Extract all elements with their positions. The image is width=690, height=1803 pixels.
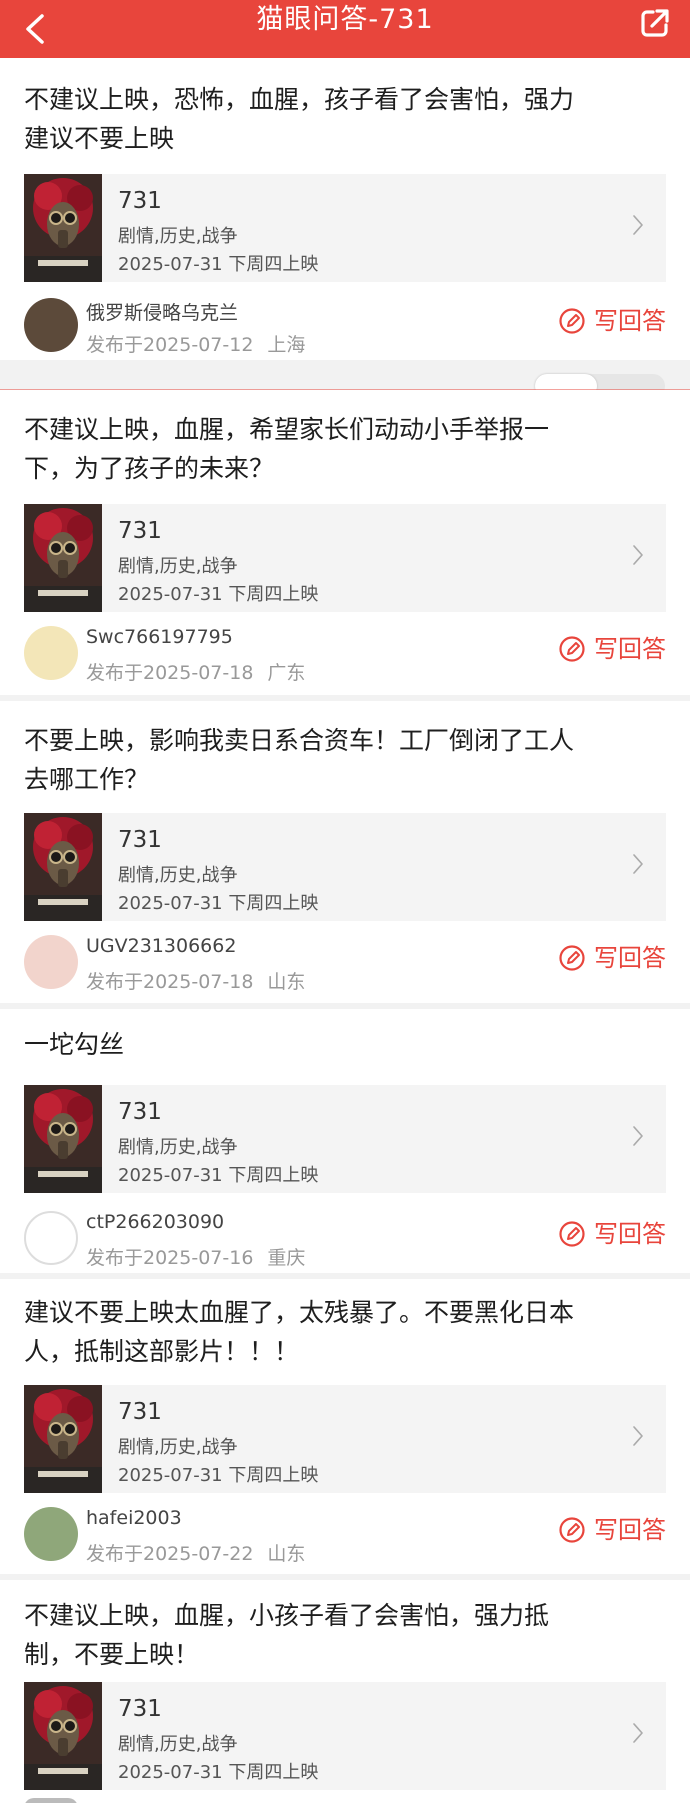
movie-poster [24, 1682, 102, 1790]
post-location: 山东 [267, 1543, 306, 1565]
movie-release-date: 2025-07-31 下周四上映 [118, 584, 319, 605]
avatar[interactable] [24, 298, 78, 352]
question-card[interactable]: 不建议上映，血腥，小孩子看了会害怕，强力抵 制，不要上映！ 731 剧情,历史,… [0, 1580, 690, 1803]
share-icon[interactable] [638, 6, 672, 40]
movie-title: 731 [118, 827, 162, 853]
movie-release-date: 2025-07-31 下周四上映 [118, 1465, 319, 1486]
author-row: Swc766197795 发布于2025-07-18 广东 写回答 [24, 620, 666, 690]
movie-release-date: 2025-07-31 下周四上映 [118, 893, 319, 914]
movie-card[interactable]: 731 剧情,历史,战争 2025-07-31 下周四上映 [24, 813, 666, 921]
question-card[interactable]: 不建议上映，血腥，希望家长们动动小手举报一 下，为了孩子的未来？ 731 剧情,… [0, 390, 690, 695]
write-answer-button[interactable]: 写回答 [559, 941, 666, 975]
page-title: 猫眼问答-731 [256, 4, 434, 35]
chevron-right-icon [632, 214, 644, 236]
movie-release-date: 2025-07-31 下周四上映 [118, 1762, 319, 1783]
movie-genre: 剧情,历史,战争 [118, 226, 238, 247]
username[interactable]: 俄罗斯侵略乌克兰 [86, 298, 238, 325]
question-text[interactable]: 不建议上映，血腥，希望家长们动动小手举报一 下，为了孩子的未来？ [24, 410, 669, 488]
movie-poster [24, 174, 102, 282]
username[interactable]: hafei2003 [86, 1507, 182, 1529]
top-bar: 猫眼问答-731 [0, 0, 690, 58]
movie-title: 731 [118, 1696, 162, 1722]
write-answer-button[interactable]: 写回答 [559, 304, 666, 338]
question-text[interactable]: 不建议上映，血腥，小孩子看了会害怕，强力抵 制，不要上映！ [24, 1596, 669, 1674]
chevron-right-icon [632, 1425, 644, 1447]
post-date: 发布于2025-07-16 [86, 1247, 254, 1269]
avatar[interactable] [24, 626, 78, 680]
movie-poster [24, 813, 102, 921]
avatar[interactable] [24, 935, 78, 989]
movie-genre: 剧情,历史,战争 [118, 1137, 238, 1158]
post-meta: 发布于2025-07-18 广东 [86, 658, 305, 685]
movie-title: 731 [118, 1399, 162, 1425]
divider [0, 360, 690, 398]
username[interactable]: UGV231306662 [86, 935, 236, 957]
movie-genre: 剧情,历史,战争 [118, 865, 238, 886]
write-answer-button[interactable]: 写回答 [559, 1217, 666, 1251]
movie-title: 731 [118, 188, 162, 214]
movie-card[interactable]: 731 剧情,历史,战争 2025-07-31 下周四上映 [24, 1085, 666, 1193]
chevron-right-icon [632, 544, 644, 566]
username[interactable]: ctP266203090 [86, 1211, 224, 1233]
movie-release-date: 2025-07-31 下周四上映 [118, 254, 319, 275]
movie-genre: 剧情,历史,战争 [118, 1437, 238, 1458]
author-row: UGV231306662 发布于2025-07-18 山东 写回答 [24, 929, 666, 999]
post-location: 重庆 [267, 1247, 306, 1269]
username[interactable]: Swc766197795 [86, 626, 233, 648]
write-answer-button[interactable]: 写回答 [559, 632, 666, 666]
post-meta: 发布于2025-07-22 山东 [86, 1539, 305, 1566]
movie-release-date: 2025-07-31 下周四上映 [118, 1165, 319, 1186]
chevron-right-icon [632, 853, 644, 875]
movie-poster [24, 504, 102, 612]
chevron-right-icon [632, 1722, 644, 1744]
chevron-right-icon [632, 1125, 644, 1147]
avatar[interactable] [24, 1507, 78, 1561]
post-meta: 发布于2025-07-18 山东 [86, 967, 305, 994]
question-card[interactable]: 建议不要上映太血腥了，太残暴了。不要黑化日本 人，抵制这部影片！！！ 731 剧… [0, 1279, 690, 1574]
post-date: 发布于2025-07-18 [86, 662, 254, 684]
avatar [24, 1798, 78, 1803]
movie-card[interactable]: 731 剧情,历史,战争 2025-07-31 下周四上映 [24, 174, 666, 282]
question-card[interactable]: 不要上映，影响我卖日系合资车！工厂倒闭了工人 去哪工作？ 731 剧情,历史,战… [0, 701, 690, 1003]
author-row: hafei2003 发布于2025-07-22 山东 写回答 [24, 1501, 666, 1571]
post-date: 发布于2025-07-12 [86, 334, 254, 356]
movie-title: 731 [118, 1099, 162, 1125]
author-row: 俄罗斯侵略乌克兰 发布于2025-07-12 上海 写回答 [24, 292, 666, 362]
movie-genre: 剧情,历史,战争 [118, 556, 238, 577]
post-location: 广东 [267, 662, 306, 684]
movie-poster [24, 1085, 102, 1193]
question-card[interactable]: 一坨勾丝 731 剧情,历史,战争 2025-07-31 下周四上映 ctP26… [0, 1009, 690, 1273]
movie-card[interactable]: 731 剧情,历史,战争 2025-07-31 下周四上映 [24, 1385, 666, 1493]
movie-poster [24, 1385, 102, 1493]
write-answer-button[interactable]: 写回答 [559, 1513, 666, 1547]
post-location: 山东 [267, 971, 306, 993]
author-row: ctP266203090 发布于2025-07-16 重庆 写回答 [24, 1205, 666, 1275]
question-card[interactable]: 不建议上映，恐怖，血腥，孩子看了会害怕，强力 建议不要上映 731 剧情,历史,… [0, 58, 690, 360]
movie-genre: 剧情,历史,战争 [118, 1734, 238, 1755]
question-text[interactable]: 建议不要上映太血腥了，太残暴了。不要黑化日本 人，抵制这部影片！！！ [24, 1293, 669, 1371]
post-meta: 发布于2025-07-12 上海 [86, 330, 305, 357]
post-location: 上海 [267, 334, 306, 356]
movie-card[interactable]: 731 剧情,历史,战争 2025-07-31 下周四上映 [24, 1682, 666, 1790]
question-text[interactable]: 一坨勾丝 [24, 1025, 669, 1064]
avatar[interactable] [24, 1211, 78, 1265]
post-meta: 发布于2025-07-16 重庆 [86, 1243, 305, 1270]
post-date: 发布于2025-07-22 [86, 1543, 254, 1565]
post-date: 发布于2025-07-18 [86, 971, 254, 993]
movie-title: 731 [118, 518, 162, 544]
question-text[interactable]: 不要上映，影响我卖日系合资车！工厂倒闭了工人 去哪工作？ [24, 721, 669, 799]
question-text[interactable]: 不建议上映，恐怖，血腥，孩子看了会害怕，强力 建议不要上映 [24, 80, 669, 158]
movie-card[interactable]: 731 剧情,历史,战争 2025-07-31 下周四上映 [24, 504, 666, 612]
